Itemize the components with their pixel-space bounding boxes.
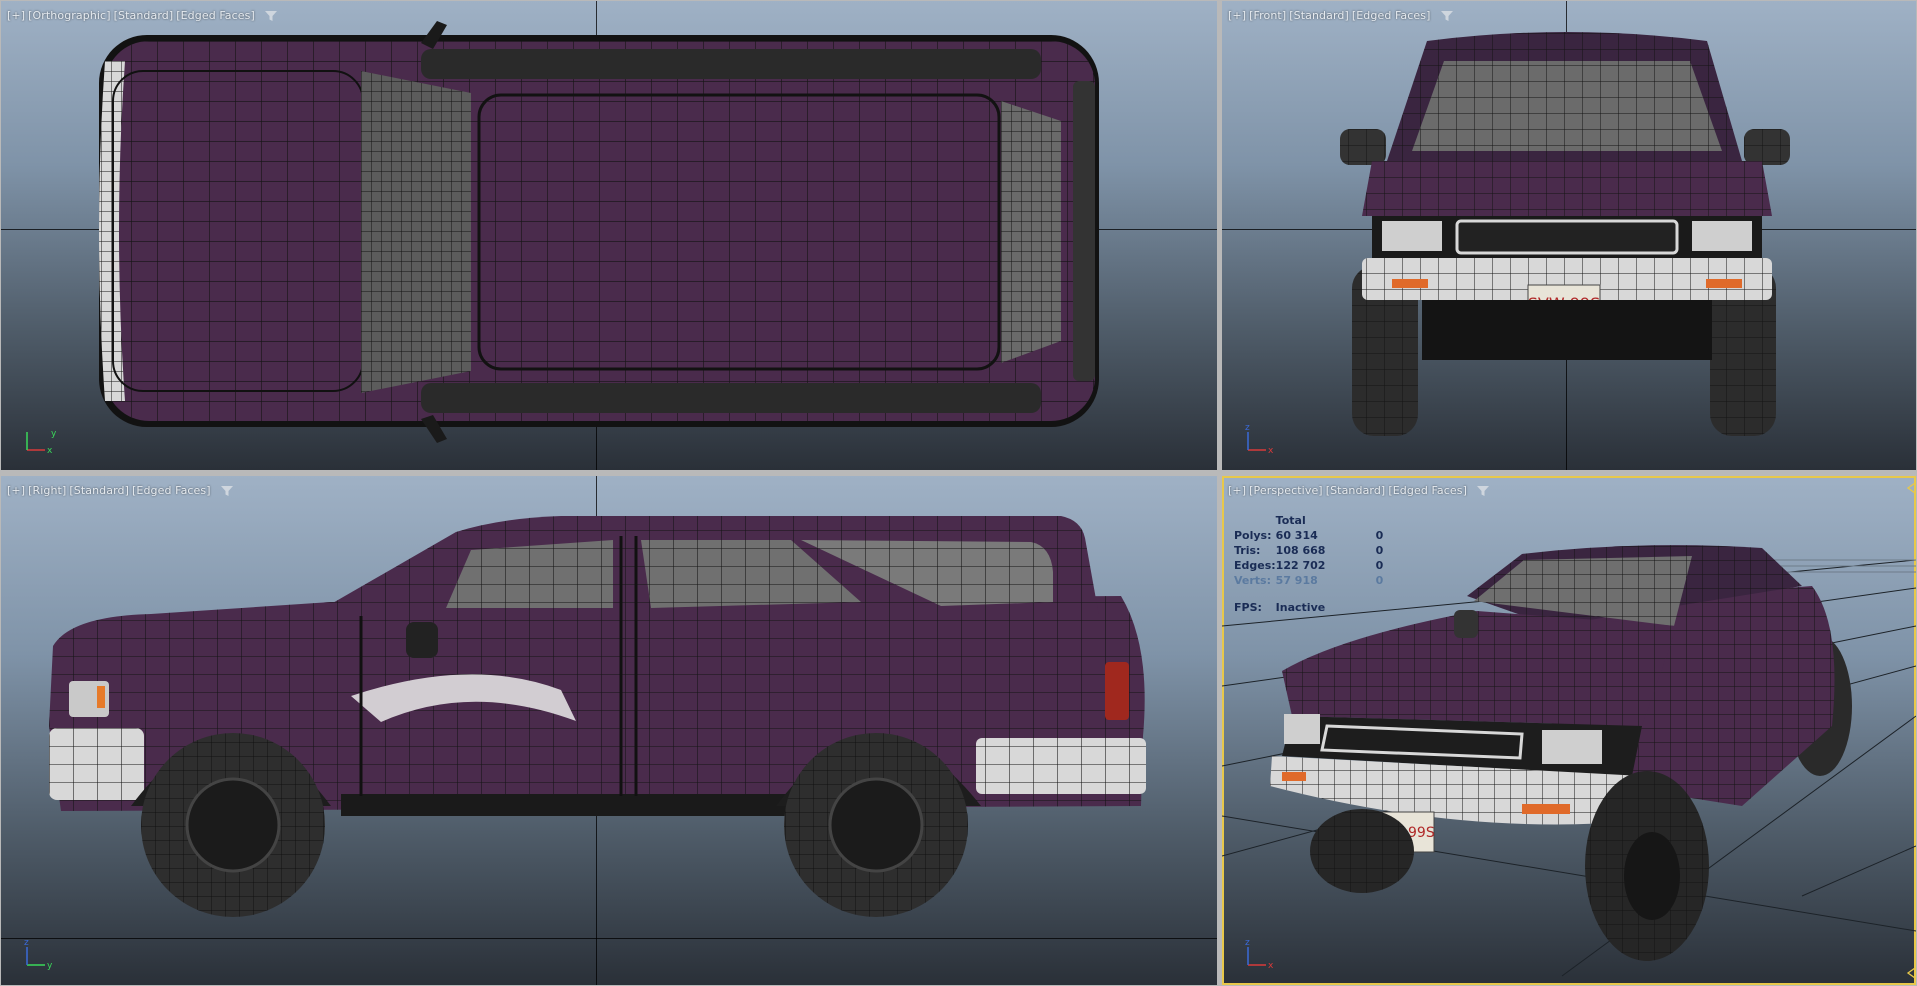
stats-row-edges: Edges: 122 702 0: [1234, 559, 1384, 572]
svg-text:z: z: [1245, 938, 1250, 948]
viewport-mode-label[interactable]: [Edged Faces]: [1352, 9, 1431, 22]
viewport-shading-label[interactable]: [Standard]: [1289, 9, 1349, 22]
stats-row-polys: Polys: 60 314 0: [1234, 529, 1384, 542]
viewport-menu-plus[interactable]: [+]: [1228, 484, 1246, 497]
stats-row-fps: FPS: Inactive: [1234, 601, 1326, 614]
viewport-scroll-up-icon[interactable]: [1906, 482, 1916, 494]
svg-text:z: z: [1245, 423, 1250, 433]
viewport-scroll-down-icon[interactable]: [1906, 967, 1916, 979]
svg-text:z: z: [24, 938, 29, 948]
viewport-menu-plus[interactable]: [+]: [7, 9, 25, 22]
viewport-perspective[interactable]: [+] [Perspective] [Standard] [Edged Face…: [1222, 476, 1916, 985]
viewport-view-label[interactable]: [Perspective]: [1249, 484, 1323, 497]
viewport-mode-label[interactable]: [Edged Faces]: [176, 9, 255, 22]
vehicle-side-view: [49, 516, 1146, 917]
axis-gizmo-icon: x z: [1245, 938, 1274, 971]
stats-row-tris: Tris: 108 668 0: [1234, 544, 1384, 557]
viewport-view-label[interactable]: [Front]: [1249, 9, 1286, 22]
viewport-menu-plus[interactable]: [+]: [7, 484, 25, 497]
svg-text:x: x: [1268, 446, 1274, 456]
viewport-right[interactable]: [+] [Right] [Standard] [Edged Faces] y z: [1, 476, 1217, 985]
viewport-label: [+] [Perspective] [Standard] [Edged Face…: [1228, 484, 1490, 497]
viewport-shading-label[interactable]: [Standard]: [1326, 484, 1386, 497]
viewport-label: [+] [Front] [Standard] [Edged Faces]: [1228, 9, 1454, 22]
funnel-icon[interactable]: [1440, 10, 1454, 22]
stats-row-verts: Verts: 57 918 0: [1234, 574, 1384, 587]
funnel-icon[interactable]: [1476, 485, 1490, 497]
axis-gizmo-icon: y z: [24, 938, 53, 971]
viewport-front[interactable]: [+] [Front] [Standard] [Edged Faces] x z: [1222, 1, 1916, 470]
viewport-label: [+] [Right] [Standard] [Edged Faces]: [7, 484, 234, 497]
vehicle-top-view: [99, 21, 1099, 443]
viewport-view-label[interactable]: [Right]: [28, 484, 66, 497]
viewport-view-label[interactable]: [Orthographic]: [28, 9, 110, 22]
funnel-icon[interactable]: [264, 10, 278, 22]
viewport-shading-label[interactable]: [Standard]: [69, 484, 129, 497]
svg-text:y: y: [51, 429, 57, 439]
viewport-mode-label[interactable]: [Edged Faces]: [132, 484, 211, 497]
viewport-mode-label[interactable]: [Edged Faces]: [1388, 484, 1467, 497]
viewport-menu-plus[interactable]: [+]: [1228, 9, 1246, 22]
axis-gizmo-icon: x z: [1245, 423, 1274, 456]
stats-header: Total: [1275, 514, 1306, 527]
vehicle-front-view: SVW 99S: [1340, 32, 1790, 436]
axis-gizmo-icon: x y: [26, 429, 57, 456]
viewport-orthographic[interactable]: [+] [Orthographic] [Standard] [Edged Fac…: [1, 1, 1217, 470]
svg-text:x: x: [1268, 961, 1274, 971]
funnel-icon[interactable]: [220, 485, 234, 497]
viewport-shading-label[interactable]: [Standard]: [114, 9, 174, 22]
viewport-label: [+] [Orthographic] [Standard] [Edged Fac…: [7, 9, 278, 22]
viewport-statistics: Total Polys: 60 314 0 Tris: 108 668 0 Ed…: [1234, 514, 1396, 616]
svg-text:x: x: [47, 446, 53, 456]
svg-text:y: y: [47, 961, 53, 971]
